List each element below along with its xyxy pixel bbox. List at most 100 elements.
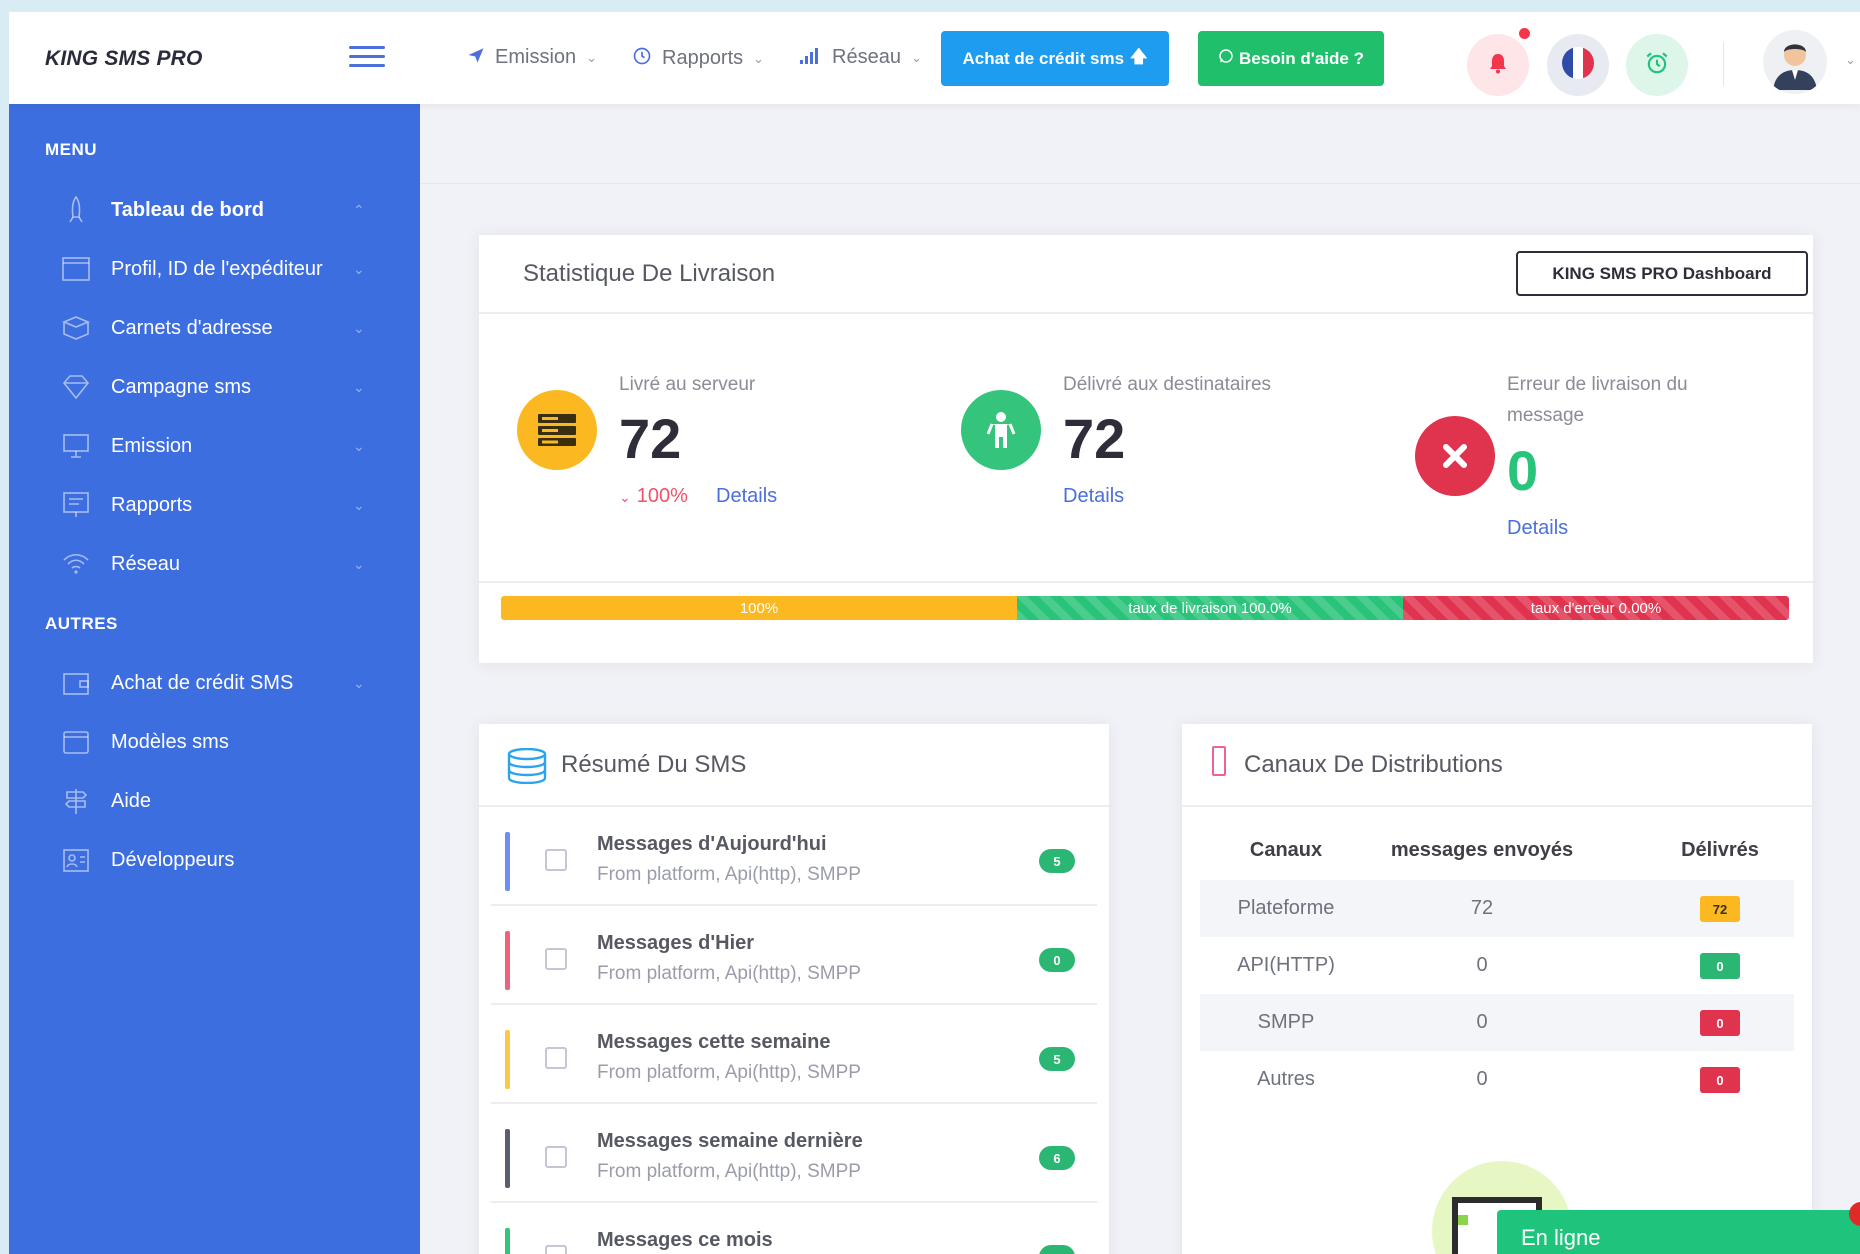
nav-rapports[interactable]: Rapports ⌄	[632, 46, 764, 71]
paper-plane-icon	[467, 46, 485, 69]
row-accent-bar	[505, 931, 510, 990]
channel-sent: 0	[1476, 954, 1488, 976]
delivered-details-link[interactable]: Details	[1063, 485, 1124, 508]
wallet-icon	[61, 668, 91, 698]
row-checkbox[interactable]	[545, 849, 567, 871]
server-details-link[interactable]: Details	[716, 485, 777, 508]
delivery-stats-card: Statistique De Livraison KING SMS PRO Da…	[479, 235, 1813, 663]
list-item: Messages ce mois	[491, 1203, 1097, 1254]
row-subtitle: From platform, Api(http), SMPP	[597, 1161, 861, 1182]
browser-icon	[61, 254, 91, 284]
nav-emission[interactable]: Emission ⌄	[467, 46, 597, 69]
sidebar-item-label: Profil, ID de l'expéditeur	[111, 257, 323, 280]
row-title: Messages semaine dernière	[597, 1130, 863, 1152]
list-item: Messages d'Aujourd'hui From platform, Ap…	[491, 807, 1097, 906]
count-badge	[1039, 1245, 1075, 1254]
user-avatar[interactable]	[1763, 30, 1827, 94]
arrow-up-icon: 🡅	[1130, 47, 1148, 66]
notifications-button[interactable]	[1467, 34, 1529, 96]
list-item: Messages semaine dernière From platform,…	[491, 1104, 1097, 1203]
chevron-down-icon: ⌄	[353, 319, 365, 336]
dashboard-button[interactable]: KING SMS PRO Dashboard	[1516, 251, 1808, 296]
progress-segment-error: taux d'erreur 0.00%	[1403, 596, 1789, 620]
row-checkbox[interactable]	[545, 1245, 567, 1254]
server-pct-value: 100%	[636, 485, 688, 507]
wifi-icon	[61, 549, 91, 579]
delivery-stats-title: Statistique De Livraison	[523, 260, 776, 287]
row-accent-bar	[505, 832, 510, 891]
error-label-line1: Erreur de livraison du	[1507, 374, 1688, 395]
channel-name: SMPP	[1257, 1011, 1315, 1033]
row-title: Messages cette semaine	[597, 1031, 831, 1053]
top-header: KING SMS PRO Emission ⌄ Rapports ⌄ Résea…	[9, 12, 1860, 104]
sidebar-item-label: Rapports	[111, 493, 193, 516]
signpost-icon	[61, 786, 91, 816]
nav-emission-label: Emission	[495, 46, 577, 68]
database-icon	[507, 747, 547, 789]
row-checkbox[interactable]	[545, 948, 567, 970]
nav-rapports-label: Rapports	[662, 47, 744, 69]
sidebar-item-profile[interactable]: Profil, ID de l'expéditeur ⌄	[9, 243, 420, 295]
brand-logo[interactable]: KING SMS PRO	[45, 47, 203, 71]
row-checkbox[interactable]	[545, 1047, 567, 1069]
window-icon	[61, 727, 91, 757]
help-button[interactable]: Besoin d'aide ?	[1198, 31, 1384, 86]
sidebar-item-reports[interactable]: Rapports ⌄	[9, 479, 420, 531]
chevron-down-icon: ⌄	[353, 496, 365, 513]
list-item: Messages cette semaine From platform, Ap…	[491, 1005, 1097, 1104]
alarm-button[interactable]	[1626, 34, 1688, 96]
sidebar-item-help[interactable]: Aide	[9, 775, 420, 827]
notification-dot	[1519, 28, 1530, 39]
delivered-label: Délivré aux destinataires	[1063, 374, 1272, 395]
monitor-icon	[61, 431, 91, 461]
server-value: 72	[619, 407, 682, 470]
menu-toggle-icon[interactable]	[349, 46, 385, 68]
sidebar-item-templates[interactable]: Modèles sms	[9, 716, 420, 768]
row-subtitle: From platform, Api(http), SMPP	[597, 1062, 861, 1083]
row-accent-bar	[505, 1030, 510, 1089]
row-title: Messages d'Hier	[597, 932, 755, 954]
id-card-icon	[61, 845, 91, 875]
card-header: Statistique De Livraison KING SMS PRO Da…	[479, 235, 1813, 314]
sidebar-item-developers[interactable]: Développeurs	[9, 834, 420, 886]
list-item: Messages d'Hier From platform, Api(http)…	[491, 906, 1097, 1005]
channel-name: Plateforme	[1237, 897, 1335, 919]
row-checkbox[interactable]	[545, 1146, 567, 1168]
chevron-up-icon: ⌃	[353, 201, 365, 218]
language-button[interactable]	[1547, 34, 1609, 96]
person-icon	[961, 390, 1041, 470]
distribution-channels-card: Canaux De Distributions Canaux messages …	[1182, 724, 1812, 1254]
count-badge: 0	[1039, 948, 1075, 972]
sidebar-item-label: Modèles sms	[111, 730, 229, 753]
online-chat-widget[interactable]: En ligne	[1497, 1210, 1860, 1254]
table-row: Autres 0 0	[1200, 1051, 1794, 1108]
table-row: API(HTTP) 0 0	[1200, 937, 1794, 994]
channel-name: Autres	[1257, 1068, 1315, 1090]
sidebar-item-emission[interactable]: Emission ⌄	[9, 420, 420, 472]
buy-credit-button[interactable]: Achat de crédit sms 🡅	[941, 31, 1169, 86]
sidebar-item-buy-credit[interactable]: Achat de crédit SMS ⌄	[9, 657, 420, 709]
signal-bars-icon	[800, 46, 822, 69]
error-details-link[interactable]: Details	[1507, 517, 1568, 540]
table-row: Plateforme 72 72	[1200, 880, 1794, 937]
server-pct: ⌄ 100%	[619, 485, 688, 508]
close-icon	[1415, 416, 1495, 496]
bell-icon	[1486, 51, 1510, 80]
subheader-bar	[420, 104, 1860, 184]
sidebar-item-label: Campagne sms	[111, 375, 252, 398]
buy-credit-label: Achat de crédit sms	[962, 48, 1125, 68]
diamond-icon	[61, 372, 91, 402]
nav-reseau[interactable]: Réseau ⌄	[800, 46, 922, 69]
sidebar-item-campaign[interactable]: Campagne sms ⌄	[9, 361, 420, 413]
card-header: Canaux De Distributions	[1182, 724, 1812, 807]
delivered-badge: 0	[1700, 953, 1740, 979]
chevron-down-icon: ⌄	[353, 674, 365, 691]
delivery-progress-bar: 100% taux de livraison 100.0% taux d'err…	[501, 596, 1789, 620]
alarm-clock-icon	[1644, 50, 1670, 81]
sidebar-item-address-books[interactable]: Carnets d'adresse ⌄	[9, 302, 420, 354]
chevron-down-icon: ⌄	[586, 49, 598, 65]
sidebar-item-network[interactable]: Réseau ⌄	[9, 538, 420, 590]
table-row: SMPP 0 0	[1200, 994, 1794, 1051]
sidebar-item-dashboard[interactable]: Tableau de bord ⌃	[9, 184, 420, 236]
progress-segment-server: 100%	[501, 596, 1017, 620]
